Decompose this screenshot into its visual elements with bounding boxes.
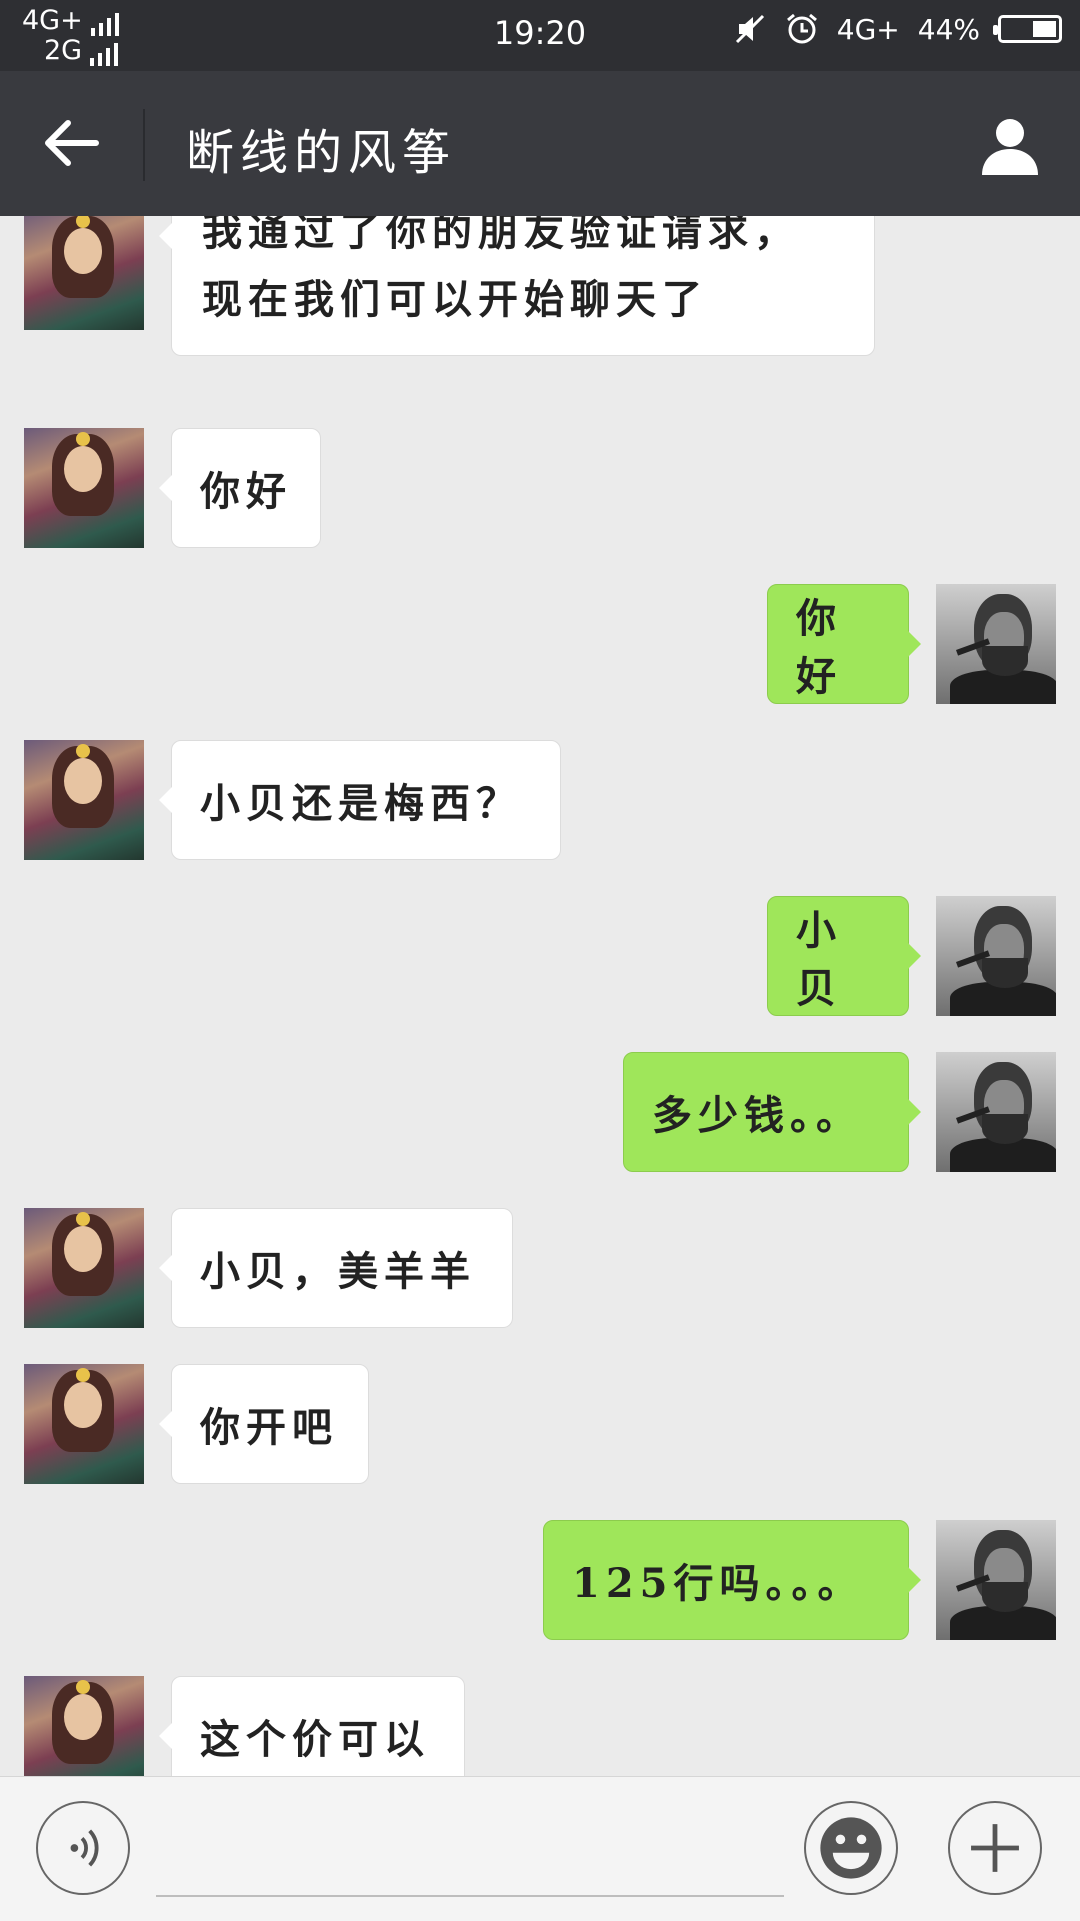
- message-text: 你好: [200, 468, 292, 515]
- more-actions-button[interactable]: [948, 1801, 1042, 1895]
- contact-avatar[interactable]: [24, 1676, 144, 1776]
- message-bubble[interactable]: 这个价可以: [159, 1676, 465, 1776]
- message-list[interactable]: 我通过了你的朋友验证请求， 现在我们可以开始聊天了 你好 你好 小贝还是梅西？ …: [0, 216, 1080, 1776]
- message-bubble[interactable]: 125行吗。。。: [543, 1520, 921, 1640]
- my-avatar[interactable]: [936, 584, 1056, 704]
- message-bubble[interactable]: 小贝，美羊羊: [159, 1208, 513, 1328]
- alarm-icon: [786, 13, 817, 44]
- chat-header: 断线的风筝: [0, 71, 1080, 216]
- contact-avatar[interactable]: [24, 216, 144, 330]
- message-text: 125行吗。。。: [572, 1560, 864, 1607]
- page-title: 断线的风筝: [186, 125, 457, 181]
- status-icons: 4G+ 44%: [733, 12, 1062, 46]
- network-type-right: 4G+: [836, 12, 900, 46]
- message-text: 小贝，美羊羊: [200, 1248, 476, 1295]
- divider: [143, 109, 145, 181]
- message-bubble[interactable]: 多少钱。。: [623, 1052, 921, 1172]
- message-bubble[interactable]: 我通过了你的朋友验证请求， 现在我们可以开始聊天了: [159, 216, 875, 356]
- battery-percent: 44%: [917, 12, 980, 46]
- plus-icon: [971, 1824, 1019, 1872]
- voice-icon: [70, 1829, 99, 1867]
- message-text: 小贝还是梅西？: [200, 780, 522, 827]
- message-bubble[interactable]: 你开吧: [159, 1364, 369, 1484]
- contact-avatar[interactable]: [24, 428, 144, 548]
- person-icon: [982, 119, 1038, 175]
- message-text: 这个价可以: [200, 1716, 430, 1763]
- my-avatar[interactable]: [936, 1052, 1056, 1172]
- message-text: 你好: [796, 595, 842, 700]
- emoji-icon: [820, 1817, 882, 1879]
- message-bubble[interactable]: 你好: [159, 428, 321, 548]
- voice-input-button[interactable]: [36, 1801, 130, 1895]
- input-bar: [0, 1776, 1080, 1921]
- contact-avatar[interactable]: [24, 740, 144, 860]
- contact-info-button[interactable]: [978, 113, 1042, 177]
- message-bubble[interactable]: 小贝还是梅西？: [159, 740, 561, 860]
- my-avatar[interactable]: [936, 896, 1056, 1016]
- my-avatar[interactable]: [936, 1520, 1056, 1640]
- back-button[interactable]: [40, 111, 104, 175]
- arrow-left-icon: [45, 120, 99, 166]
- contact-avatar[interactable]: [24, 1364, 144, 1484]
- message-text: 现在我们可以开始聊天了: [202, 276, 708, 323]
- message-bubble[interactable]: 小贝: [767, 896, 921, 1016]
- message-bubble[interactable]: 你好: [767, 584, 921, 704]
- message-text: 多少钱。。: [652, 1092, 862, 1139]
- status-bar: 4G+ 2G 19:20 4G+ 44%: [0, 0, 1080, 71]
- emoji-button[interactable]: [804, 1801, 898, 1895]
- message-text: 我通过了你的朋友验证请求，: [202, 216, 800, 255]
- message-text: 你开吧: [200, 1404, 338, 1451]
- battery-icon: [993, 15, 1062, 43]
- mute-icon: [735, 14, 764, 44]
- message-input[interactable]: [156, 1797, 784, 1897]
- contact-avatar[interactable]: [24, 1208, 144, 1328]
- message-text: 小贝: [796, 907, 842, 1012]
